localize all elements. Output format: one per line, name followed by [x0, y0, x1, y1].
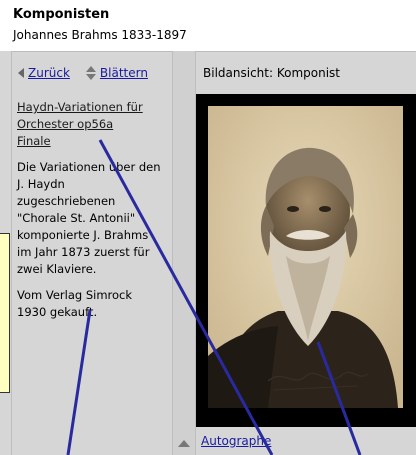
description-line: im Jahr 1873 zuerst für: [17, 245, 150, 259]
image-panel-header: Bildansicht: Komponist: [196, 51, 416, 94]
description-line: zugeschriebenen: [17, 194, 116, 208]
nav-bar: Zurück Blättern: [11, 51, 172, 94]
autographe-link[interactable]: Autographe: [201, 434, 271, 448]
publisher-line: Vom Verlag Simrock: [17, 288, 133, 302]
description-line: J. Haydn: [17, 177, 65, 191]
page-header: Komponisten Johannes Brahms 1833-1897: [13, 7, 187, 43]
work-description-panel: Haydn-Variationen für Orchester op56a Fi…: [11, 94, 172, 427]
browse-label: Blättern: [99, 66, 148, 80]
column-divider: [172, 51, 196, 455]
back-label: Zurück: [28, 66, 70, 80]
work-description: Die Variationen über den J. Haydn zugesc…: [17, 159, 168, 278]
stage: Komponisten Johannes Brahms 1833-1897 Zu…: [0, 0, 416, 455]
portrait-image[interactable]: [208, 106, 403, 408]
work-title-line: Finale: [17, 134, 51, 148]
back-button[interactable]: Zurück: [18, 66, 70, 80]
description-line: Die Variationen über den: [17, 160, 161, 174]
image-panel-title: Bildansicht: Komponist: [203, 66, 340, 80]
publisher-line: 1930 gekauft.: [17, 305, 98, 319]
page-title: Komponisten: [13, 7, 110, 22]
up-down-arrows-icon: [85, 66, 96, 80]
text-panel-footer: [11, 427, 172, 455]
publisher-note: Vom Verlag Simrock 1930 gekauft.: [17, 287, 168, 321]
image-panel-footer: Autographe: [196, 427, 416, 455]
triangle-left-icon: [18, 68, 24, 78]
description-line: zwei Klaviere.: [17, 262, 97, 276]
work-title-line: Orchester op56a: [17, 117, 114, 131]
browse-button[interactable]: Blättern: [85, 66, 148, 80]
page-subtitle: Johannes Brahms 1833-1897: [13, 28, 187, 42]
work-title-line: Haydn-Variationen für: [17, 100, 143, 114]
description-line: "Chorale St. Antonii": [17, 211, 136, 225]
description-line: komponierte J. Brahms: [17, 228, 149, 242]
work-title-link[interactable]: Haydn-Variationen für Orchester op56a Fi…: [17, 99, 168, 150]
tooltip-box: [0, 233, 10, 393]
triangle-up-icon[interactable]: [178, 440, 190, 447]
